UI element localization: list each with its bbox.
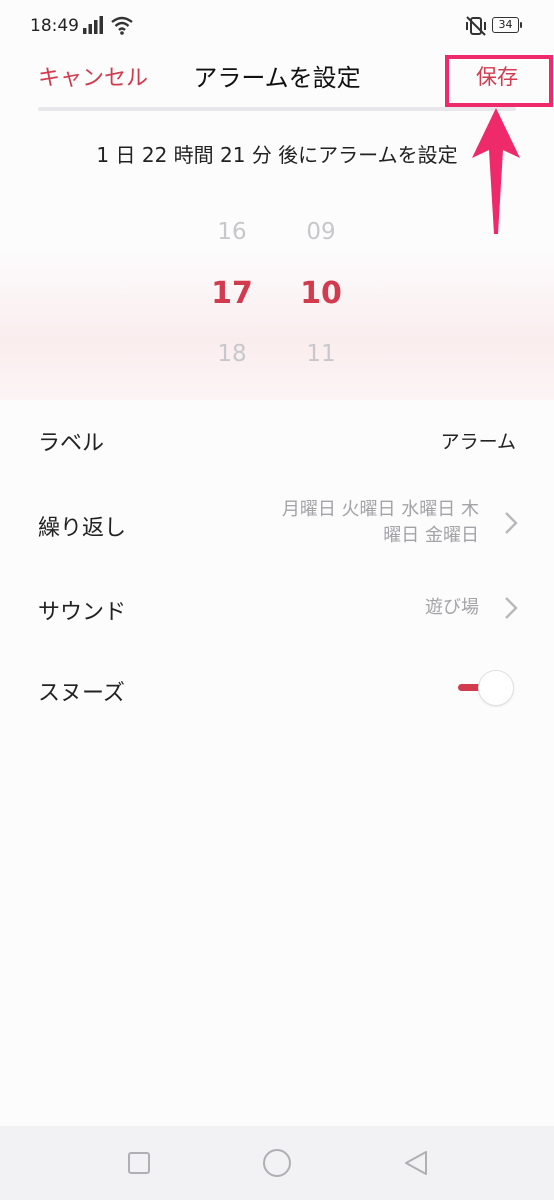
cancel-button[interactable]: キャンセル (38, 60, 148, 92)
countdown-text: 1 日 22 時間 21 分 後にアラームを設定 (96, 143, 458, 167)
snooze-toggle[interactable] (452, 668, 518, 708)
label-row-value: アラーム (440, 431, 516, 453)
status-bar: 18:49 34 (0, 0, 554, 52)
chevron-right-icon (505, 512, 518, 534)
battery-icon: 34 (492, 17, 522, 33)
system-nav-bar (0, 1126, 554, 1200)
label-row-title: ラベル (38, 431, 105, 456)
signal-icon (83, 16, 103, 34)
picker-highlight-band (0, 250, 554, 400)
minute-prev[interactable]: 09 (286, 219, 356, 245)
minute-selected[interactable]: 10 (286, 276, 356, 311)
wifi-icon (111, 16, 133, 35)
hour-next[interactable]: 18 (197, 341, 267, 367)
repeat-value-line2: 曜日 金曜日 (383, 525, 479, 546)
sound-row-value: 遊び場 (425, 597, 479, 618)
snooze-row-title: スヌーズ (38, 681, 125, 706)
snooze-toggle-knob (478, 670, 514, 706)
home-circle-icon[interactable] (262, 1148, 292, 1178)
hour-prev[interactable]: 16 (197, 219, 267, 245)
hour-selected[interactable]: 17 (197, 276, 267, 311)
repeat-row-value: 月曜日 火曜日 水曜日 木 曜日 金曜日 (219, 497, 479, 549)
back-triangle-icon[interactable] (402, 1149, 430, 1177)
chevron-right-icon (505, 597, 518, 619)
header-divider (38, 107, 516, 111)
minute-next[interactable]: 11 (286, 341, 356, 367)
sound-row-title: サウンド (38, 600, 127, 625)
vibrate-off-icon (466, 16, 486, 36)
save-highlight-box (445, 55, 553, 107)
repeat-value-line1: 月曜日 火曜日 水曜日 木 (281, 499, 479, 520)
arrow-up-annotation-icon (472, 108, 520, 234)
status-time: 18:49 (30, 16, 79, 36)
recents-square-icon[interactable] (127, 1151, 151, 1175)
repeat-row-title: 繰り返し (38, 516, 127, 541)
